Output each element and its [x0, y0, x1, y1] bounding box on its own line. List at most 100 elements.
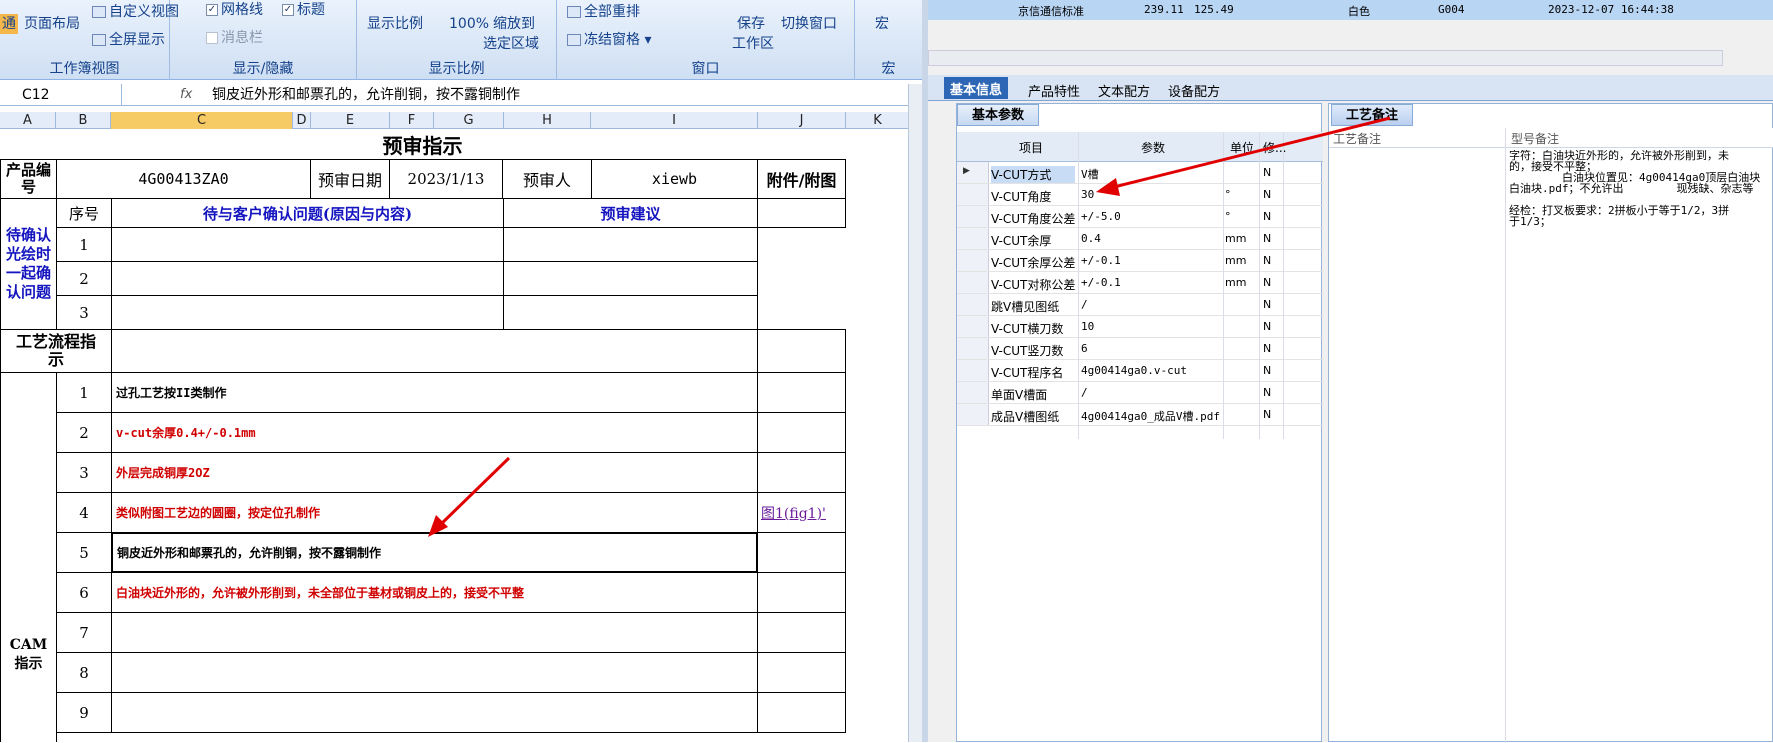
- cam-instruction-cell[interactable]: [111, 612, 758, 653]
- zoom-to-selection-button[interactable]: 缩放到: [493, 16, 535, 32]
- worksheet[interactable]: 预审指示 产品编号 4G00413ZA0 预审日期 2023/1/13 预审人 …: [0, 129, 910, 742]
- tab-process-notes[interactable]: 工艺备注: [1331, 104, 1414, 126]
- param-value[interactable]: +/-0.1: [1081, 254, 1221, 267]
- column-header-f[interactable]: F: [390, 112, 434, 129]
- headings-checkbox[interactable]: ✓ 标题: [282, 2, 325, 18]
- row-selector[interactable]: [957, 382, 989, 403]
- cam-attach-cell[interactable]: [757, 532, 846, 573]
- param-row[interactable]: V-CUT角度公差 +/-5.0 ° N: [957, 206, 1323, 228]
- zoom-100-button[interactable]: 100%: [449, 16, 489, 32]
- param-value[interactable]: /: [1081, 386, 1221, 399]
- page-layout-button[interactable]: 页面布局: [24, 16, 80, 32]
- full-screen-button[interactable]: 全屏显示: [92, 32, 165, 48]
- row-selector[interactable]: [957, 294, 989, 315]
- column-header-d[interactable]: D: [293, 112, 311, 129]
- row-selector[interactable]: [957, 338, 989, 359]
- formula-input[interactable]: 铜皮近外形和邮票孔的，允许削铜，按不露铜制作: [212, 84, 520, 106]
- name-box[interactable]: C12: [0, 84, 122, 106]
- column-header-i[interactable]: I: [591, 112, 758, 129]
- tab-basic-info[interactable]: 基本信息: [944, 77, 1009, 99]
- param-value[interactable]: 0.4: [1081, 232, 1221, 245]
- gridlines-checkbox[interactable]: ✓ 网格线: [206, 2, 263, 18]
- tab-basic-params[interactable]: 基本参数: [957, 104, 1040, 126]
- process-cell[interactable]: [111, 329, 758, 373]
- param-value[interactable]: 6: [1081, 342, 1221, 355]
- col-item[interactable]: 项目: [1019, 139, 1043, 156]
- param-row[interactable]: 成品V槽图纸 4g00414ga0_成品V槽.pdf N: [957, 404, 1323, 426]
- column-header-k[interactable]: K: [846, 112, 910, 129]
- confirm-advice-cell[interactable]: [503, 261, 758, 296]
- param-value[interactable]: 4g00414ga0.v-cut: [1081, 364, 1221, 377]
- zoom-to-selection-button-line2[interactable]: 选定区域: [483, 36, 539, 52]
- param-value[interactable]: /: [1081, 298, 1221, 311]
- freeze-panes-button[interactable]: 冻结窗格 ▾: [567, 32, 651, 48]
- row-selector[interactable]: [957, 404, 989, 425]
- cam-instruction-cell[interactable]: 类似附图工艺边的圆圈，按定位孔制作: [111, 492, 758, 533]
- row-selector[interactable]: [957, 250, 989, 271]
- cam-attach-cell[interactable]: [757, 692, 846, 733]
- column-header-g[interactable]: G: [434, 112, 504, 129]
- message-bar-checkbox[interactable]: 消息栏: [206, 30, 263, 46]
- param-row[interactable]: V-CUT余厚 0.4 mm N: [957, 228, 1323, 250]
- column-header-h[interactable]: H: [504, 112, 591, 129]
- record-grid-row[interactable]: 京信通信标准 239.11 125.49 白色 G004 2023-12-07 …: [928, 0, 1773, 20]
- param-row[interactable]: V-CUT竖刀数 6 N: [957, 338, 1323, 360]
- tab-equipment-recipe[interactable]: 设备配方: [1162, 79, 1226, 102]
- param-row[interactable]: V-CUT程序名 4g00414ga0.v-cut N: [957, 360, 1323, 382]
- custom-views-button[interactable]: 自定义视图: [92, 4, 179, 20]
- horizontal-scrollbar[interactable]: [928, 50, 1723, 66]
- cam-attach-cell[interactable]: [757, 412, 846, 453]
- column-header-e[interactable]: E: [311, 112, 390, 129]
- cam-instruction-cell[interactable]: 铜皮近外形和邮票孔的，允许削铜，按不露铜制作: [111, 532, 758, 573]
- param-row[interactable]: V-CUT角度 30 ° N: [957, 184, 1323, 206]
- normal-view-button[interactable]: 通: [0, 14, 18, 34]
- row-selector[interactable]: [957, 206, 989, 227]
- save-workspace-button[interactable]: 保存: [737, 16, 765, 32]
- param-row[interactable]: ▶ V-CUT方式 V槽 N: [957, 162, 1323, 184]
- cam-attach-cell[interactable]: [757, 572, 846, 613]
- process-attach-cell[interactable]: [757, 329, 846, 373]
- cam-instruction-cell[interactable]: 白油块近外形的，允许被外形削到，未全部位于基材或铜皮上的，接受不平整: [111, 572, 758, 613]
- param-row[interactable]: 单面V槽面 / N: [957, 382, 1323, 404]
- row-selector[interactable]: [957, 184, 989, 205]
- cam-attach-cell[interactable]: [757, 652, 846, 693]
- row-selector[interactable]: [957, 360, 989, 381]
- param-row[interactable]: V-CUT余厚公差 +/-0.1 mm N: [957, 250, 1323, 272]
- confirm-attach-cell[interactable]: [757, 198, 846, 228]
- cam-attach-cell[interactable]: [757, 452, 846, 493]
- param-value[interactable]: V槽: [1081, 166, 1221, 182]
- param-value[interactable]: 10: [1081, 320, 1221, 333]
- column-header-c[interactable]: C: [111, 112, 293, 129]
- cam-attach-cell[interactable]: [757, 612, 846, 653]
- fx-icon[interactable]: fx: [180, 87, 192, 102]
- param-row[interactable]: V-CUT对称公差 +/-0.1 mm N: [957, 272, 1323, 294]
- cam-instruction-cell[interactable]: [111, 692, 758, 733]
- arrange-all-button[interactable]: 全部重排: [567, 4, 640, 20]
- row-selector[interactable]: [957, 228, 989, 249]
- row-selector[interactable]: [957, 316, 989, 337]
- zoom-button[interactable]: 显示比例: [367, 16, 423, 32]
- param-value[interactable]: +/-0.1: [1081, 276, 1221, 289]
- col-unit[interactable]: 单位: [1230, 139, 1254, 156]
- row-selector[interactable]: [957, 272, 989, 293]
- column-header-b[interactable]: B: [56, 112, 111, 129]
- cam-attach-cell[interactable]: [757, 372, 846, 413]
- param-row[interactable]: 跳V槽见图纸 / N: [957, 294, 1323, 316]
- column-header-a[interactable]: A: [0, 112, 56, 129]
- cam-instruction-cell[interactable]: v-cut余厚0.4+/-0.1mm: [111, 412, 758, 453]
- switch-window-button[interactable]: 切换窗口: [781, 16, 837, 32]
- model-notes-text[interactable]: 字符：白油块近外形的，允许被外形削到，未 的，接受不平整； 白油块位置见：4g00…: [1509, 150, 1771, 227]
- confirm-issue-cell[interactable]: [111, 261, 504, 296]
- tab-product-features[interactable]: 产品特性: [1022, 79, 1086, 102]
- param-value[interactable]: +/-5.0: [1081, 210, 1221, 223]
- cam-instruction-cell[interactable]: 过孔工艺按II类制作: [111, 372, 758, 413]
- column-header-j[interactable]: J: [758, 112, 846, 129]
- col-value[interactable]: 参数: [1141, 139, 1165, 156]
- confirm-issue-cell[interactable]: [111, 227, 504, 262]
- param-value[interactable]: 30: [1081, 188, 1221, 201]
- confirm-advice-cell[interactable]: [503, 295, 758, 330]
- row-selector[interactable]: [957, 162, 989, 183]
- cam-attach-cell[interactable]: 图1(fig1)': [757, 492, 846, 533]
- save-workspace-button-line2[interactable]: 工作区: [732, 36, 774, 52]
- product-no-value[interactable]: 4G00413ZA0: [56, 159, 311, 199]
